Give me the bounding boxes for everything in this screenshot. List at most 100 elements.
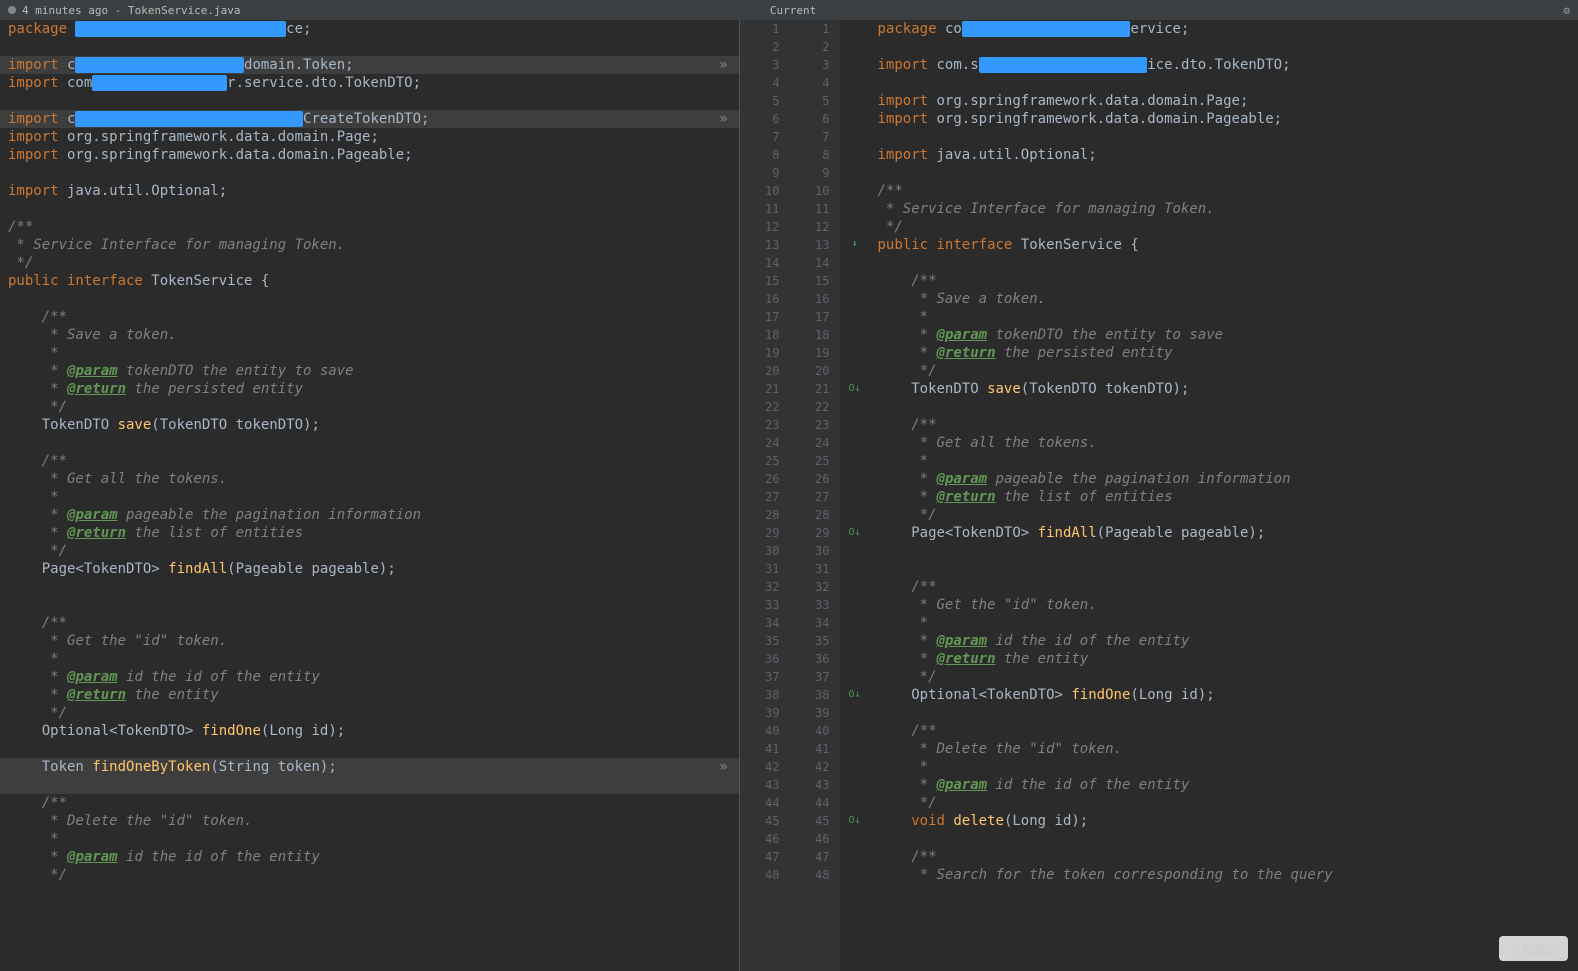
code-line[interactable]: package com.smpteam.amzradar.servce; [0, 20, 739, 38]
code-line[interactable]: * @param pageable the pagination informa… [840, 470, 1578, 488]
code-line[interactable]: * Save a token. [0, 326, 739, 344]
code-line[interactable]: * [840, 758, 1578, 776]
code-line[interactable]: /** [0, 308, 739, 326]
code-line[interactable] [840, 560, 1578, 578]
code-line[interactable]: import org.springframework.data.domain.P… [840, 92, 1578, 110]
code-line[interactable]: /** [0, 794, 739, 812]
diff-arrow-icon[interactable]: » [719, 758, 727, 776]
left-pane[interactable]: package com.smpteam.amzradar.servce; impo… [0, 20, 740, 971]
code-line[interactable]: * @param id the id of the entity [840, 776, 1578, 794]
code-line[interactable]: * Get the "id" token. [840, 596, 1578, 614]
code-line[interactable]: * @return the list of entities [0, 524, 739, 542]
code-line[interactable]: * Delete the "id" token. [0, 812, 739, 830]
code-line[interactable]: * Service Interface for managing Token. [840, 200, 1578, 218]
code-line[interactable]: /** [840, 848, 1578, 866]
code-line[interactable]: */ [0, 398, 739, 416]
code-line[interactable]: * [0, 830, 739, 848]
code-line[interactable] [0, 578, 739, 596]
code-line[interactable]: * @return the persisted entity [840, 344, 1578, 362]
override-marker-icon[interactable]: O↓ [848, 686, 860, 704]
override-marker-icon[interactable]: ⬇ [851, 236, 857, 254]
code-line[interactable]: * Get all the tokens. [0, 470, 739, 488]
code-line[interactable]: * Save a token. [840, 290, 1578, 308]
code-line[interactable]: * @return the list of entities [840, 488, 1578, 506]
code-line[interactable]: Page<TokenDTO> findAll(Pageable pageable… [0, 560, 739, 578]
code-line[interactable]: * @param tokenDTO the entity to save [0, 362, 739, 380]
code-line[interactable]: import org.springframework.data.domain.P… [840, 110, 1578, 128]
code-line[interactable]: * [840, 452, 1578, 470]
code-line[interactable]: import java.util.Optional; [840, 146, 1578, 164]
code-line[interactable]: * @param id the id of the entity [0, 668, 739, 686]
code-line[interactable]: O↓ TokenDTO save(TokenDTO tokenDTO); [840, 380, 1578, 398]
code-line[interactable] [840, 254, 1578, 272]
code-line[interactable]: * Service Interface for managing Token. [0, 236, 739, 254]
code-line[interactable]: O↓ Optional<TokenDTO> findOne(Long id); [840, 686, 1578, 704]
code-line[interactable] [0, 290, 739, 308]
code-line[interactable]: * [840, 308, 1578, 326]
code-line[interactable]: ⬇public interface TokenService { [840, 236, 1578, 254]
code-line[interactable]: /** [840, 182, 1578, 200]
code-line[interactable] [840, 398, 1578, 416]
code-line[interactable]: import com.smpteam.amzradar.service.dto.… [0, 74, 739, 92]
code-line[interactable]: * @return the persisted entity [0, 380, 739, 398]
code-line[interactable] [0, 38, 739, 56]
code-line[interactable]: */ [0, 542, 739, 560]
code-line[interactable] [840, 704, 1578, 722]
code-line[interactable]: * @param tokenDTO the entity to save [840, 326, 1578, 344]
code-line[interactable] [0, 92, 739, 110]
code-line[interactable]: */ [840, 218, 1578, 236]
center-gutter[interactable]: 1122334455667788991010111112121313141415… [740, 20, 840, 971]
code-line[interactable]: */ [840, 362, 1578, 380]
code-line[interactable] [0, 740, 739, 758]
code-line[interactable]: */ [840, 794, 1578, 812]
override-marker-icon[interactable]: O↓ [848, 524, 860, 542]
code-line[interactable]: * Search for the token corresponding to … [840, 866, 1578, 884]
override-marker-icon[interactable]: O↓ [848, 380, 860, 398]
code-line[interactable]: /** [0, 218, 739, 236]
code-line[interactable]: package com.smpteam.amzradar.service; [840, 20, 1578, 38]
code-line[interactable]: import org.springframework.data.domain.P… [0, 146, 739, 164]
code-line[interactable] [840, 74, 1578, 92]
code-line[interactable]: */ [0, 704, 739, 722]
code-line[interactable]: import com.smpteam.amzradar.service.dto.… [840, 56, 1578, 74]
code-line[interactable]: * @param pageable the pagination informa… [0, 506, 739, 524]
code-line[interactable] [840, 128, 1578, 146]
code-line[interactable]: O↓ Page<TokenDTO> findAll(Pageable pagea… [840, 524, 1578, 542]
code-line[interactable]: */ [0, 254, 739, 272]
code-line[interactable] [0, 164, 739, 182]
code-line[interactable]: * Get all the tokens. [840, 434, 1578, 452]
code-line[interactable]: import org.springframework.data.domain.P… [0, 128, 739, 146]
right-pane[interactable]: package com.smpteam.amzradar.service; imp… [840, 20, 1578, 971]
override-marker-icon[interactable]: O↓ [848, 812, 860, 830]
diff-arrow-icon[interactable]: » [719, 56, 727, 74]
code-line[interactable]: * @return the entity [840, 650, 1578, 668]
code-line[interactable]: /** [840, 722, 1578, 740]
code-line[interactable]: /** [0, 452, 739, 470]
code-line[interactable] [840, 542, 1578, 560]
code-line[interactable]: O↓ void delete(Long id); [840, 812, 1578, 830]
code-line[interactable] [840, 164, 1578, 182]
code-line[interactable] [0, 776, 739, 794]
code-line[interactable]: /** [0, 614, 739, 632]
code-line[interactable] [0, 200, 739, 218]
code-line[interactable]: * [0, 488, 739, 506]
code-line[interactable]: import java.util.Optional; [0, 182, 739, 200]
diff-arrow-icon[interactable]: » [719, 110, 727, 128]
code-line[interactable]: */ [840, 506, 1578, 524]
code-line[interactable]: /** [840, 416, 1578, 434]
code-line[interactable] [840, 38, 1578, 56]
code-line[interactable]: * [840, 614, 1578, 632]
code-line[interactable]: /** [840, 578, 1578, 596]
code-line[interactable]: */ [840, 668, 1578, 686]
settings-icon[interactable]: ⚙ [1563, 4, 1578, 17]
code-line[interactable]: import com.smpteam.amzradar.domain.Token… [0, 56, 739, 74]
code-line[interactable] [0, 434, 739, 452]
code-line[interactable]: TokenDTO save(TokenDTO tokenDTO); [0, 416, 739, 434]
code-line[interactable]: Optional<TokenDTO> findOne(Long id); [0, 722, 739, 740]
code-line[interactable]: public interface TokenService { [0, 272, 739, 290]
code-line[interactable]: Token findOneByToken(String token);» [0, 758, 739, 776]
code-line[interactable] [0, 596, 739, 614]
code-line[interactable]: * [0, 344, 739, 362]
code-line[interactable]: * @param id the id of the entity [840, 632, 1578, 650]
code-line[interactable]: * @return the entity [0, 686, 739, 704]
